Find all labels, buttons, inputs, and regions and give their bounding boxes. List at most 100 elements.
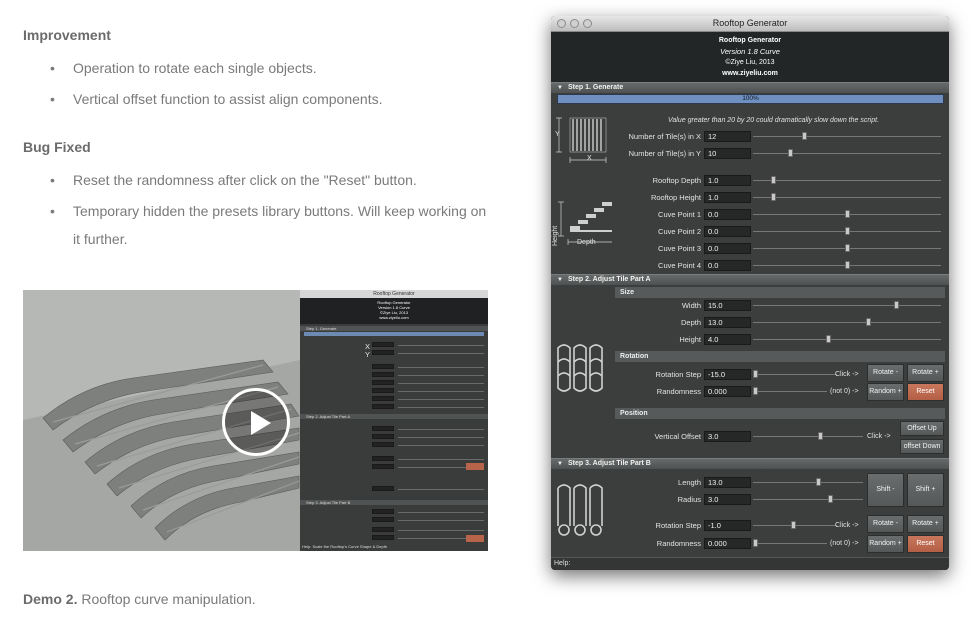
- bullet-icon: •: [50, 91, 55, 107]
- vertical-offset-slider-track[interactable]: [753, 436, 863, 437]
- improvement-item-text: Vertical offset function to assist align…: [73, 91, 383, 107]
- collapse-arrow-icon: ▼: [557, 461, 563, 467]
- offset-up-button[interactable]: Offset Up: [900, 421, 944, 436]
- not-zero-note: (not 0) ->: [830, 540, 859, 547]
- rotation-step-field[interactable]: -1.0: [704, 520, 751, 531]
- header-url: www.ziyeliu.com: [722, 70, 778, 77]
- step3-title: Step 3. Adjust Tile Part B: [568, 460, 651, 467]
- rotation-step-slider-thumb[interactable]: [753, 370, 758, 378]
- rotation-step-field[interactable]: -15.0: [704, 369, 751, 380]
- value-field[interactable]: 0.0: [704, 260, 751, 271]
- collapse-arrow-icon: ▼: [557, 277, 563, 283]
- slider-thumb[interactable]: [826, 335, 832, 343]
- value-field[interactable]: 12: [704, 131, 751, 142]
- slider-thumb[interactable]: [771, 176, 777, 184]
- slider-thumb[interactable]: [787, 149, 793, 157]
- click-note: Click ->: [867, 433, 891, 440]
- value-field[interactable]: 1.0: [704, 175, 751, 186]
- click-note: Click ->: [835, 522, 859, 529]
- slider-track[interactable]: [753, 180, 941, 181]
- randomness-field[interactable]: 0.000: [704, 538, 751, 549]
- mini-reset-button: [466, 535, 484, 542]
- rotate-plus-button[interactable]: Rotate +: [907, 515, 944, 533]
- vertical-offset-label: Vertical Offset: [654, 432, 701, 441]
- reset-button[interactable]: Reset: [907, 383, 944, 401]
- step1-title: Step 1. Generate: [568, 84, 624, 91]
- window-titlebar[interactable]: Rooftop Generator: [551, 16, 949, 32]
- length-slider-track[interactable]: [753, 482, 863, 483]
- position-subsection: Position: [615, 408, 945, 419]
- field-label: Rooftop Depth: [652, 176, 701, 185]
- rotate-plus-button[interactable]: Rotate +: [907, 364, 944, 382]
- radius-slider-thumb[interactable]: [827, 495, 833, 503]
- mini-step2: Step 2. Adjust Tile Part A: [300, 414, 488, 419]
- slider-thumb[interactable]: [771, 193, 777, 201]
- rotation-step-slider-thumb[interactable]: [790, 521, 796, 529]
- value-field[interactable]: 13.0: [704, 317, 751, 328]
- slider-thumb[interactable]: [844, 261, 850, 269]
- field-label: Height: [679, 335, 701, 344]
- slider-track[interactable]: [753, 197, 941, 198]
- header-name: Rooftop Generator: [718, 37, 782, 44]
- random-plus-button[interactable]: Random +: [867, 383, 904, 401]
- reset-button[interactable]: Reset: [907, 535, 944, 553]
- value-field[interactable]: 15.0: [704, 300, 751, 311]
- value-field[interactable]: 1.0: [704, 192, 751, 203]
- demo-video[interactable]: Rooftop Generator Rooftop Generator Vers…: [23, 290, 488, 551]
- slider-thumb[interactable]: [893, 301, 899, 309]
- rotation-subsection: Rotation: [615, 351, 945, 362]
- randomness-field[interactable]: 0.000: [704, 386, 751, 397]
- bugfix-heading: Bug Fixed: [23, 139, 91, 155]
- improvement-item-text: Operation to rotate each single objects.: [73, 60, 317, 76]
- slider-thumb[interactable]: [844, 210, 850, 218]
- rotation-step-slider-track[interactable]: [753, 374, 837, 375]
- randomness-slider-track[interactable]: [753, 391, 827, 392]
- slider-track[interactable]: [753, 339, 941, 340]
- randomness-slider-track[interactable]: [753, 543, 827, 544]
- slider-track[interactable]: [753, 305, 941, 306]
- random-plus-button[interactable]: Random +: [867, 535, 904, 553]
- radius-slider-track[interactable]: [753, 499, 863, 500]
- mini-help: Help: Scale the Rooftop's Curve Shape & …: [302, 544, 388, 549]
- radius-label: Radius: [677, 495, 701, 504]
- step3-section-header[interactable]: ▼ Step 3. Adjust Tile Part B: [551, 458, 949, 469]
- mini-rooftop-window: Rooftop Generator Rooftop Generator Vers…: [300, 290, 488, 551]
- slider-thumb[interactable]: [866, 318, 872, 326]
- rotate-minus-button[interactable]: Rotate -: [867, 515, 904, 533]
- field-label: Number of Tile(s) in X: [628, 132, 701, 141]
- value-field[interactable]: 4.0: [704, 334, 751, 345]
- step1-section-header[interactable]: ▼ Step 1. Generate: [551, 82, 949, 93]
- slider-thumb[interactable]: [844, 227, 850, 235]
- mini-header-url: www.ziyeliu.com: [379, 315, 409, 320]
- diagram-height-label: Height: [552, 225, 559, 246]
- value-field[interactable]: 10: [704, 148, 751, 159]
- slider-track[interactable]: [753, 153, 941, 154]
- vertical-offset-slider-thumb[interactable]: [818, 432, 824, 440]
- value-field[interactable]: 0.0: [704, 243, 751, 254]
- length-slider-thumb[interactable]: [816, 478, 821, 486]
- rotate-minus-button[interactable]: Rotate -: [867, 364, 904, 382]
- length-field[interactable]: 13.0: [704, 477, 751, 488]
- value-field[interactable]: 0.0: [704, 226, 751, 237]
- slider-thumb[interactable]: [802, 132, 808, 140]
- slider-thumb[interactable]: [844, 244, 850, 252]
- shift-plus-button[interactable]: Shift +: [907, 473, 944, 507]
- vertical-offset-field[interactable]: 3.0: [704, 431, 751, 442]
- step2-section-header[interactable]: ▼ Step 2. Adjust Tile Part A: [551, 274, 949, 285]
- tile-part-b-illustration: [557, 484, 603, 536]
- slider-track[interactable]: [753, 136, 941, 137]
- slider-track[interactable]: [753, 322, 941, 323]
- offset-down-button[interactable]: offset Down: [900, 439, 944, 454]
- bugfix-item: • Reset the randomness after click on th…: [50, 166, 500, 194]
- field-label: Cuve Point 4: [658, 261, 701, 270]
- header-copyright: ©Ziye Liu, 2013: [725, 59, 775, 66]
- radius-field[interactable]: 3.0: [704, 494, 751, 505]
- play-icon[interactable]: [222, 388, 290, 456]
- window-title: Rooftop Generator: [712, 18, 788, 28]
- randomness-slider-thumb[interactable]: [753, 539, 758, 547]
- video-caption: Demo 2. Rooftop curve manipulation.: [23, 591, 256, 607]
- shift-minus-button[interactable]: Shift -: [867, 473, 904, 507]
- value-field[interactable]: 0.0: [704, 209, 751, 220]
- rotation-step-label: Rotation Step: [655, 521, 701, 530]
- randomness-slider-thumb[interactable]: [753, 387, 758, 395]
